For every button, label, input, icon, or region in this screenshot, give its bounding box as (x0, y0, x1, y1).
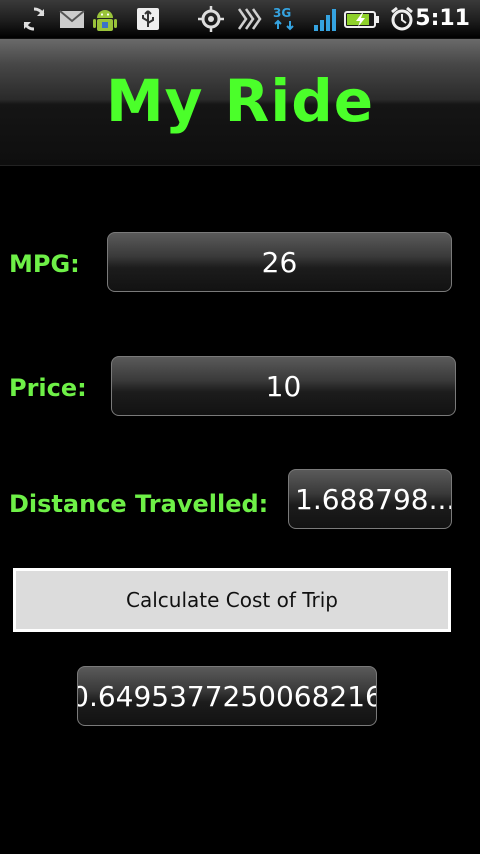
alarm-clock-icon (388, 5, 416, 33)
price-field[interactable]: 10 (111, 356, 456, 416)
status-bar: 3G 5:11 (0, 0, 480, 39)
mpg-field[interactable]: 26 (107, 232, 452, 292)
price-label: Price: (9, 374, 87, 402)
title-bar: My Ride (0, 39, 480, 166)
gmail-icon (58, 5, 86, 33)
sync-icon (20, 5, 48, 33)
gps-icon (197, 5, 225, 33)
signal-bars-icon (310, 5, 338, 33)
battery-charging-icon (343, 5, 381, 33)
android-debug-icon (90, 5, 120, 33)
calculate-cost-button[interactable]: Calculate Cost of Trip (13, 568, 451, 632)
app-title: My Ride (105, 67, 375, 135)
usb-icon (134, 5, 162, 33)
svg-text:3G: 3G (273, 6, 291, 20)
trip-cost-result: 0.6495377250068216 (77, 666, 377, 726)
mpg-label: MPG: (9, 250, 80, 278)
distance-field[interactable]: 1.688798... (288, 469, 452, 529)
status-time: 5:11 (415, 6, 470, 31)
network-3g-icon: 3G (270, 5, 302, 33)
data-activity-icon (234, 5, 262, 33)
distance-label: Distance Travelled: (9, 490, 269, 518)
